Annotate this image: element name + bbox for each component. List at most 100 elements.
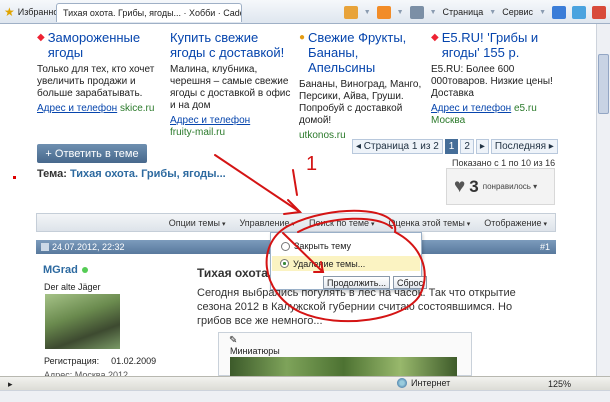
thread-tools-bar: Опции темы Управление Поиск по теме Оцен… bbox=[36, 213, 556, 232]
like-count: 3 bbox=[469, 176, 479, 196]
page-menu[interactable]: Страница bbox=[443, 7, 484, 17]
ad-favicon-icon: ● bbox=[299, 32, 306, 43]
thread-options-menu[interactable]: Опции темы bbox=[169, 218, 226, 228]
close-thread-option[interactable]: Закрыть тему bbox=[281, 241, 351, 251]
registration-info: Регистрация: 01.02.2009 bbox=[44, 356, 156, 366]
like-label[interactable]: понравилось ▾ bbox=[483, 182, 537, 191]
ad-domain[interactable]: e5.ru bbox=[514, 103, 537, 114]
radio-close[interactable] bbox=[281, 241, 290, 251]
post-author[interactable]: MGrad bbox=[43, 264, 88, 276]
reg-label: Регистрация: bbox=[44, 356, 100, 366]
dropdown-buttons: Продолжить... Сброс bbox=[323, 276, 428, 289]
ad-text: Бананы, Виноград, Манго, Персики, Айва, … bbox=[299, 79, 422, 126]
ad-block: ◆ Замороженные ягоды Только для тех, кто … bbox=[37, 30, 162, 115]
pencil-icon: ✎ bbox=[229, 335, 238, 346]
rss-icon[interactable] bbox=[376, 5, 391, 19]
next-page-button[interactable]: ▸ bbox=[475, 139, 489, 154]
user-title: Der alte Jäger bbox=[44, 282, 101, 292]
ad-block: ● Свежие Фрукты, Бананы, Апельсины Бананы… bbox=[299, 30, 424, 142]
ad-title-link[interactable]: ◆ Замороженные ягоды bbox=[37, 30, 162, 60]
ad-favicon-icon: ◆ bbox=[37, 32, 45, 43]
post-number-link[interactable]: #1 bbox=[540, 242, 550, 252]
online-status-icon bbox=[81, 267, 88, 273]
shown-range: Показано с 1 по 10 из 16 bbox=[452, 158, 556, 168]
ad-contact-line: Адрес и телефон fruity-mail.ru bbox=[170, 115, 295, 139]
post-title: Тихая охота. Г bbox=[197, 266, 282, 280]
ad-favicon-icon: ◆ bbox=[431, 32, 439, 43]
annotation-arrow-line bbox=[214, 154, 301, 213]
close-thread-label[interactable]: Закрыть тему bbox=[294, 241, 351, 251]
status-bar: ▸ Интернет 125% bbox=[0, 376, 610, 390]
page-2-button[interactable]: 2 bbox=[460, 139, 474, 154]
ad-contact-line: Адрес и телефон e5.ru Москва bbox=[431, 103, 556, 127]
reply-button[interactable]: + Ответить в теме bbox=[37, 144, 147, 163]
annotation-tick bbox=[292, 169, 298, 196]
scroll-thumb[interactable] bbox=[598, 54, 609, 114]
reg-date: 01.02.2009 bbox=[111, 356, 157, 366]
status-progress-icon: ▸ bbox=[8, 379, 13, 389]
print-icon[interactable] bbox=[409, 5, 424, 19]
ad-contact-link[interactable]: Адрес и телефон bbox=[37, 103, 117, 114]
ad-title-link[interactable]: ● Свежие Фрукты, Бананы, Апельсины bbox=[299, 30, 424, 75]
annotation-dot bbox=[13, 176, 16, 179]
search-thread-menu[interactable]: Поиск по теме bbox=[309, 218, 375, 228]
ad-location: Москва bbox=[431, 115, 466, 126]
ad-text: E5.RU: Более 600 000товаров. Низкие цены… bbox=[431, 64, 553, 99]
likes-box[interactable]: ♥ 3 понравилось ▾ bbox=[446, 168, 555, 205]
addon-icon[interactable] bbox=[592, 5, 606, 19]
zoom-level[interactable]: 125% bbox=[548, 379, 571, 389]
horizontal-scrollbar[interactable] bbox=[0, 390, 610, 402]
moderation-menu[interactable]: Управление bbox=[239, 218, 295, 228]
ad-domain[interactable]: skice.ru bbox=[120, 103, 154, 114]
username-link[interactable]: MGrad bbox=[43, 264, 78, 276]
last-page-button[interactable]: Последняя ▸ bbox=[490, 139, 558, 154]
rate-thread-menu[interactable]: Оценка этой темы bbox=[389, 218, 471, 228]
ad-contact-link[interactable]: Адрес и телефон bbox=[170, 115, 250, 126]
page-of-label[interactable]: ◂ Страница 1 из 2 bbox=[352, 139, 443, 154]
ad-block: Купить свежие ягоды с доставкой! Малина,… bbox=[170, 30, 295, 139]
avatar[interactable] bbox=[45, 294, 120, 349]
vertical-scrollbar[interactable] bbox=[596, 24, 610, 376]
research-icon[interactable] bbox=[572, 5, 586, 19]
help-icon[interactable] bbox=[552, 5, 566, 19]
annotation-arrow-head bbox=[283, 199, 303, 215]
ad-title-text[interactable]: E5.RU! 'Грибы и ягоды' 155 р. bbox=[442, 30, 556, 60]
ad-text: Только для тех, кто хочет увеличить прод… bbox=[37, 64, 155, 99]
reset-button[interactable]: Сброс bbox=[392, 276, 428, 289]
browser-toolbar: ★ Избранное Тихая охота. Грибы, ягоды...… bbox=[0, 0, 610, 24]
radio-delete[interactable] bbox=[280, 259, 289, 268]
page-1-button[interactable]: 1 bbox=[444, 139, 459, 154]
star-icon: ★ bbox=[4, 5, 15, 19]
delete-thread-label[interactable]: Удаление темы... bbox=[293, 259, 365, 269]
topic-heading: Тема: Тихая охота. Грибы, ягоды... bbox=[37, 168, 226, 180]
moderation-dropdown: Закрыть тему Удаление темы... Продолжить… bbox=[270, 232, 428, 290]
browser-tab[interactable]: Тихая охота. Грибы, ягоды... · Хобби · C… bbox=[56, 3, 242, 22]
thumbnail-image[interactable] bbox=[230, 357, 457, 377]
continue-button[interactable]: Продолжить... bbox=[323, 276, 390, 289]
ad-title-link[interactable]: Купить свежие ягоды с доставкой! bbox=[170, 30, 295, 60]
globe-icon bbox=[397, 378, 407, 388]
zone-label: Интернет bbox=[411, 378, 451, 388]
topic-prefix: Тема: bbox=[37, 168, 67, 180]
display-mode-menu[interactable]: Отображение bbox=[484, 218, 547, 228]
tab-title: Тихая охота. Грибы, ягоды... · Хобби · C… bbox=[63, 8, 241, 18]
command-bar: ▼ ▼ ▼ Страница ▼ Сервис ▼ bbox=[343, 4, 606, 20]
home-icon[interactable] bbox=[343, 5, 358, 19]
ad-title-text[interactable]: Замороженные ягоды bbox=[48, 30, 162, 60]
tools-menu[interactable]: Сервис bbox=[502, 7, 533, 17]
pagination: ◂ Страница 1 из 2 1 2 ▸ Последняя ▸ bbox=[352, 139, 558, 154]
ad-domain[interactable]: utkonos.ru bbox=[299, 130, 346, 141]
ad-title-text[interactable]: Купить свежие ягоды с доставкой! bbox=[170, 30, 295, 60]
ad-title-text[interactable]: Свежие Фрукты, Бананы, Апельсины bbox=[308, 30, 424, 75]
ad-contact-link[interactable]: Адрес и телефон bbox=[431, 103, 511, 114]
attachments-label: Миниатюры bbox=[230, 346, 280, 356]
ad-block: ◆ E5.RU! 'Грибы и ягоды' 155 р. E5.RU: Бо… bbox=[431, 30, 556, 127]
ad-title-link[interactable]: ◆ E5.RU! 'Грибы и ягоды' 155 р. bbox=[431, 30, 556, 60]
delete-thread-option[interactable]: Удаление темы... bbox=[272, 256, 420, 271]
ad-text: Малина, клубника, черешня – самые свежие… bbox=[170, 64, 291, 111]
post-body: Сегодня выбрались погулять в лес на часо… bbox=[197, 287, 516, 327]
favorites-button[interactable]: ★ Избранное bbox=[4, 4, 63, 20]
attachments-box: ✎ Миниатюры bbox=[218, 332, 472, 377]
topic-title-link[interactable]: Тихая охота. Грибы, ягоды... bbox=[70, 168, 226, 180]
ad-domain[interactable]: fruity-mail.ru bbox=[170, 127, 225, 138]
